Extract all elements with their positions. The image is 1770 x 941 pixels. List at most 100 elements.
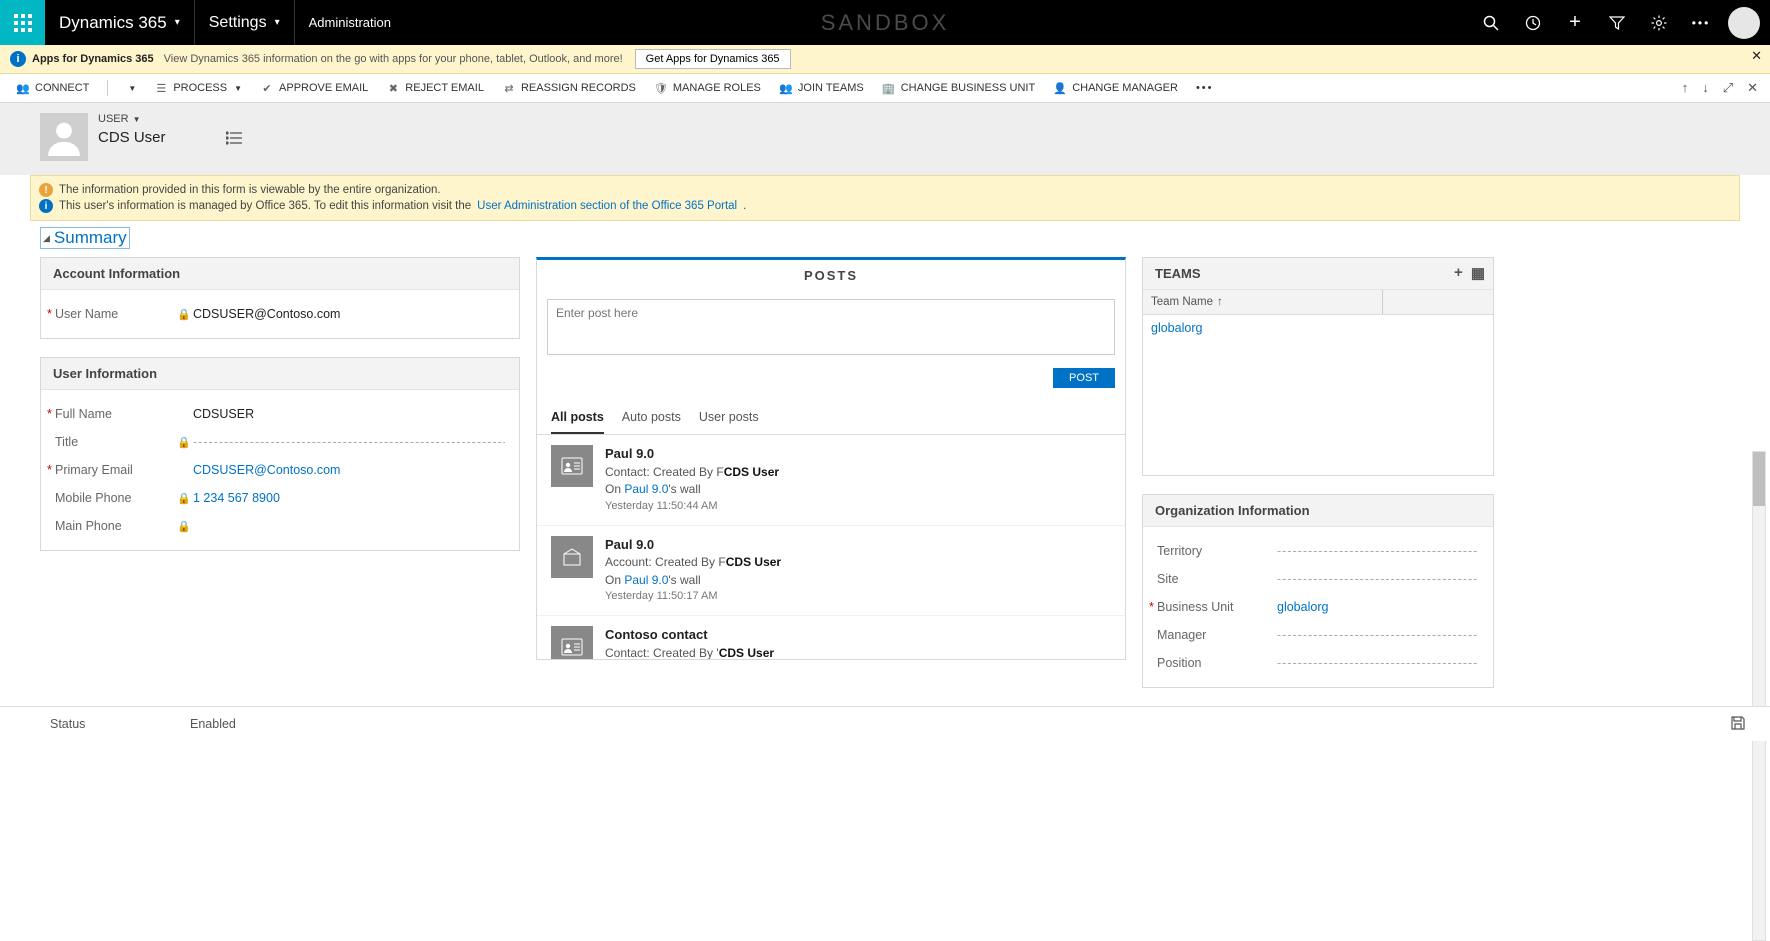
nav-settings[interactable]: Settings ▾ xyxy=(194,0,294,45)
cmd-reassign-label: REASSIGN RECORDS xyxy=(521,82,636,94)
nav-up-button[interactable]: ↑ xyxy=(1682,80,1689,96)
post-author: CDS User xyxy=(719,646,774,659)
teams-add-button[interactable]: + xyxy=(1454,264,1463,282)
field-position-value[interactable]: ----------------------------------------… xyxy=(1277,656,1479,670)
close-button[interactable]: ✕ xyxy=(1747,80,1758,96)
cmd-reassign[interactable]: ⇄REASSIGN RECORDS xyxy=(502,81,636,95)
team-row[interactable]: globalorg xyxy=(1143,315,1493,341)
post-item[interactable]: Paul 9.0 Contact: Created By FCDS User O… xyxy=(537,435,1125,526)
more-button[interactable]: ••• xyxy=(1680,0,1722,45)
field-mobile-value[interactable]: 1 234 567 8900 xyxy=(193,491,505,505)
account-icon xyxy=(551,536,593,578)
cmd-approve-email[interactable]: ✔APPROVE EMAIL xyxy=(260,81,368,95)
cmd-reject-email[interactable]: ✖ REJECT EMAIL xyxy=(386,81,484,95)
field-site-value[interactable]: ----------------------------------------… xyxy=(1277,572,1479,586)
nav-down-button[interactable]: ↓ xyxy=(1702,80,1709,96)
post-submit-button[interactable]: POST xyxy=(1053,368,1115,388)
search-icon xyxy=(1483,15,1499,31)
teams-col-name[interactable]: Team Name↑ xyxy=(1143,290,1382,314)
nav-settings-label: Settings xyxy=(209,14,267,32)
cmd-reject-label: REJECT EMAIL xyxy=(405,82,484,94)
app-launcher-button[interactable] xyxy=(0,0,45,45)
period: . xyxy=(743,200,746,212)
cmd-change-bu[interactable]: 🏢CHANGE BUSINESS UNIT xyxy=(882,81,1035,95)
settings-button[interactable] xyxy=(1638,0,1680,45)
post-item[interactable]: Paul 9.0 Account: Created By FCDS User O… xyxy=(537,526,1125,617)
team-link[interactable]: globalorg xyxy=(1151,321,1202,335)
teams-header-label: TEAMS xyxy=(1155,266,1201,281)
get-apps-button[interactable]: Get Apps for Dynamics 365 xyxy=(635,49,791,69)
approve-icon: ✔ xyxy=(260,81,274,95)
tab-auto-posts[interactable]: Auto posts xyxy=(622,404,681,434)
tab-all-posts[interactable]: All posts xyxy=(551,404,604,434)
save-button[interactable] xyxy=(1730,715,1746,734)
popout-button[interactable]: ⤢ xyxy=(1723,80,1733,96)
field-fullname-value[interactable]: CDSUSER xyxy=(193,407,505,421)
form-footer: Status Enabled xyxy=(0,706,1770,741)
cmd-connect[interactable]: 👥CONNECT xyxy=(16,81,89,95)
form-selector-button[interactable] xyxy=(226,131,242,148)
scrollbar-thumb[interactable] xyxy=(1753,452,1765,506)
cmd-process-label: PROCESS xyxy=(173,82,227,94)
cmd-overflow[interactable]: ••• xyxy=(1196,82,1214,94)
reject-icon: ✖ xyxy=(386,81,400,95)
field-bu-value[interactable]: globalorg xyxy=(1277,600,1479,614)
account-info-card: Account Information User Name 🔒 CDSUSER@… xyxy=(40,257,520,339)
info-icon: i xyxy=(10,51,26,67)
post-author: CDS User xyxy=(724,465,779,479)
teams-col-blank[interactable] xyxy=(1383,290,1493,314)
plus-icon: + xyxy=(1569,11,1581,34)
teams-grid-button[interactable]: ▦ xyxy=(1471,264,1485,282)
chevron-down-icon: ▾ xyxy=(275,17,280,28)
filter-icon xyxy=(1609,15,1625,31)
office365-portal-link[interactable]: User Administration section of the Offic… xyxy=(477,200,737,212)
cmd-join-teams[interactable]: 👥JOIN TEAMS xyxy=(779,81,864,95)
post-title: Paul 9.0 xyxy=(605,445,1111,464)
contact-icon xyxy=(551,626,593,659)
form-body: Summary Account Information User Name 🔒 … xyxy=(0,221,1770,706)
field-territory-value[interactable]: ----------------------------------------… xyxy=(1277,544,1479,558)
manager-icon: 👤 xyxy=(1053,81,1067,95)
post-timestamp: Yesterday 11:50:44 AM xyxy=(605,499,1111,515)
global-navbar: Dynamics 365 ▾ Settings ▾ Administration… xyxy=(0,0,1770,45)
lock-icon: 🔒 xyxy=(175,308,193,321)
posts-header: POSTS xyxy=(537,260,1125,291)
filter-button[interactable] xyxy=(1596,0,1638,45)
post-title: Paul 9.0 xyxy=(605,536,1111,555)
field-email-value[interactable]: CDSUSER@Contoso.com xyxy=(193,463,505,477)
record-type-dropdown[interactable]: USER▼ xyxy=(98,113,166,125)
post-list: Paul 9.0 Contact: Created By FCDS User O… xyxy=(537,435,1125,659)
nav-administration[interactable]: Administration xyxy=(294,0,405,45)
cmd-change-manager[interactable]: 👤 CHANGE MANAGER xyxy=(1053,81,1178,95)
close-notif-button[interactable]: ✕ xyxy=(1751,48,1762,64)
cmd-cmgr-label: CHANGE MANAGER xyxy=(1072,82,1178,94)
warning-icon: ! xyxy=(39,183,53,197)
brand-dropdown[interactable]: Dynamics 365 ▾ xyxy=(45,13,194,33)
brand-label: Dynamics 365 xyxy=(59,13,167,33)
search-button[interactable] xyxy=(1470,0,1512,45)
cmd-connect-menu[interactable]: ▼ xyxy=(126,84,136,93)
post-item[interactable]: Contoso contact Contact: Created By 'CDS… xyxy=(537,616,1125,659)
tab-user-posts[interactable]: User posts xyxy=(699,404,759,434)
on-label: On xyxy=(605,482,624,496)
cmd-process[interactable]: ☰PROCESS▼ xyxy=(154,81,242,95)
cmd-manage-roles[interactable]: 🛡MANAGE ROLES xyxy=(654,81,761,95)
form-warnings: !The information provided in this form i… xyxy=(30,175,1740,221)
post-wall-link[interactable]: Paul 9.0 xyxy=(624,573,668,587)
field-title-value[interactable]: ----------------------------------------… xyxy=(193,435,505,449)
form-scrollbar[interactable] xyxy=(1752,451,1766,941)
field-username-label: User Name xyxy=(55,307,175,321)
record-meta: USER▼ CDS User xyxy=(98,113,166,146)
section-summary-header[interactable]: Summary xyxy=(40,227,130,249)
user-avatar[interactable] xyxy=(1728,7,1760,39)
create-button[interactable]: + xyxy=(1554,0,1596,45)
post-line: Contact: Created By ' xyxy=(605,646,719,659)
recent-button[interactable] xyxy=(1512,0,1554,45)
user-info-card: User Information Full Name CDSUSER Title… xyxy=(40,357,520,551)
field-username-value[interactable]: CDSUSER@Contoso.com xyxy=(193,307,505,321)
field-manager-value[interactable]: ----------------------------------------… xyxy=(1277,628,1479,642)
post-textarea[interactable] xyxy=(547,299,1115,355)
apps-notification-bar: i Apps for Dynamics 365 View Dynamics 36… xyxy=(0,45,1770,74)
status-value: Enabled xyxy=(190,717,236,731)
post-wall-link[interactable]: Paul 9.0 xyxy=(624,482,668,496)
